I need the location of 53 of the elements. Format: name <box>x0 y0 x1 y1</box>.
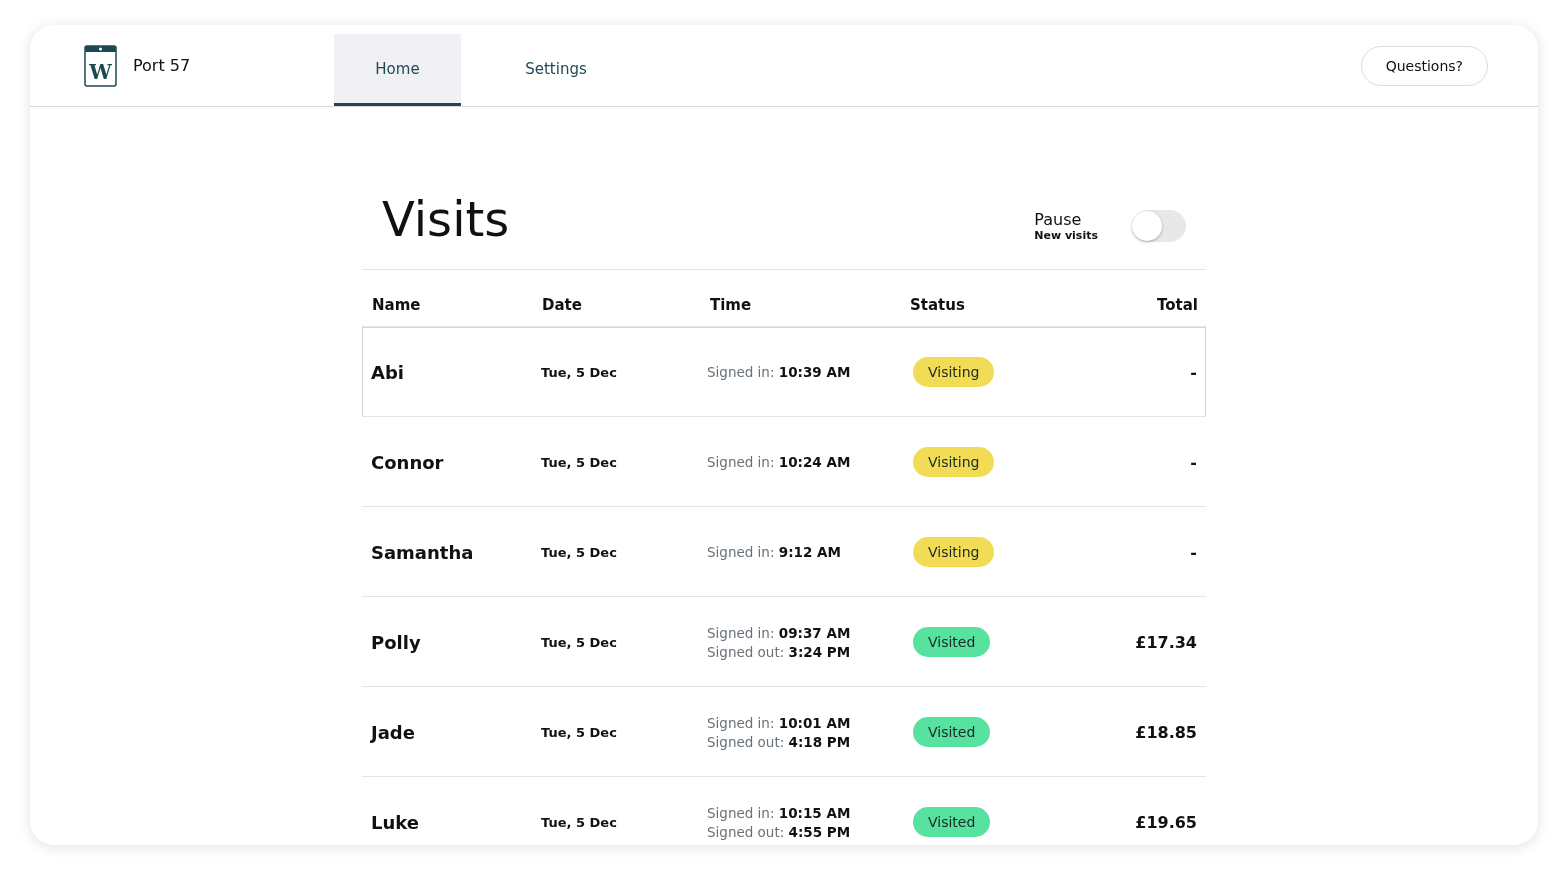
status-badge: Visited <box>913 717 991 747</box>
time-text: Signed in: 10:15 AM <box>707 804 852 821</box>
column-header: Total <box>1157 296 1198 314</box>
visit-row[interactable]: Connor Tue, 5 Dec Signed in: 10:24 AM Visiting - <box>362 417 1206 507</box>
visit-date: Tue, 5 Dec <box>541 814 618 830</box>
visit-total: - <box>1190 542 1197 562</box>
page-title: Visits <box>382 191 511 247</box>
visit-date: Tue, 5 Dec <box>541 544 618 560</box>
visit-total: - <box>1190 362 1197 382</box>
visitor-name: Connor <box>371 451 445 473</box>
visit-row[interactable]: Abi Tue, 5 Dec Signed in: 10:39 AM Visiting - <box>362 327 1206 417</box>
pause-toggle[interactable] <box>1132 210 1186 242</box>
visitor-name: Luke <box>371 811 420 833</box>
nav-tab[interactable]: Home <box>334 34 461 106</box>
logo-icon: W <box>84 44 117 87</box>
time-text: Signed in: 09:37 AM <box>707 624 852 641</box>
status-badge: Visiting <box>913 447 995 477</box>
visit-row[interactable]: Samantha Tue, 5 Dec Signed in: 9:12 AM Visiting - <box>362 507 1206 597</box>
brand-name: Port 57 <box>133 56 191 75</box>
visit-row[interactable]: Polly Tue, 5 Dec Signed in: 09:37 AM Signed out: 3:24 PM Visited £17.34 <box>362 597 1206 687</box>
time-text: Signed out: 4:18 PM <box>707 733 852 750</box>
visit-total: - <box>1190 452 1197 472</box>
visit-row[interactable]: Jade Tue, 5 Dec Signed in: 10:01 AM Signed out: 4:18 PM Visited £18.85 <box>362 687 1206 777</box>
visit-total: £19.65 <box>1135 812 1197 832</box>
status-badge: Visited <box>913 627 991 657</box>
column-header: Name <box>372 296 421 314</box>
time-text: Signed in: 10:01 AM <box>707 714 852 731</box>
time-text: Signed out: 3:24 PM <box>707 643 852 660</box>
nav-tab[interactable]: Settings <box>461 34 651 106</box>
time-text: Signed in: 9:12 AM <box>707 544 842 560</box>
visitor-name: Abi <box>371 361 405 383</box>
pause-sublabel: New visits <box>1034 229 1098 242</box>
visitor-name: Jade <box>371 721 416 743</box>
column-header: Date <box>542 296 582 314</box>
pause-label: Pause <box>1034 210 1083 229</box>
time-text: Signed out: 4:55 PM <box>707 823 852 840</box>
visit-total: £17.34 <box>1135 632 1197 652</box>
visit-row[interactable]: Luke Tue, 5 Dec Signed in: 10:15 AM Signed out: 4:55 PM Visited £19.65 <box>362 777 1206 845</box>
visit-date: Tue, 5 Dec <box>541 634 618 650</box>
visitor-name: Polly <box>371 631 422 653</box>
questions-button[interactable]: Questions? <box>1360 45 1488 86</box>
column-header: Time <box>710 296 752 314</box>
time-text: Signed in: 10:24 AM <box>707 454 852 470</box>
status-badge: Visiting <box>913 357 995 387</box>
visit-date: Tue, 5 Dec <box>541 724 618 740</box>
visit-date: Tue, 5 Dec <box>541 454 618 470</box>
visitor-name: Samantha <box>371 541 475 563</box>
status-badge: Visited <box>913 807 991 837</box>
time-text: Signed in: 10:39 AM <box>707 364 852 380</box>
visit-date: Tue, 5 Dec <box>541 364 618 380</box>
column-header: Status <box>910 296 965 314</box>
status-badge: Visiting <box>913 537 995 567</box>
visit-total: £18.85 <box>1135 722 1197 742</box>
